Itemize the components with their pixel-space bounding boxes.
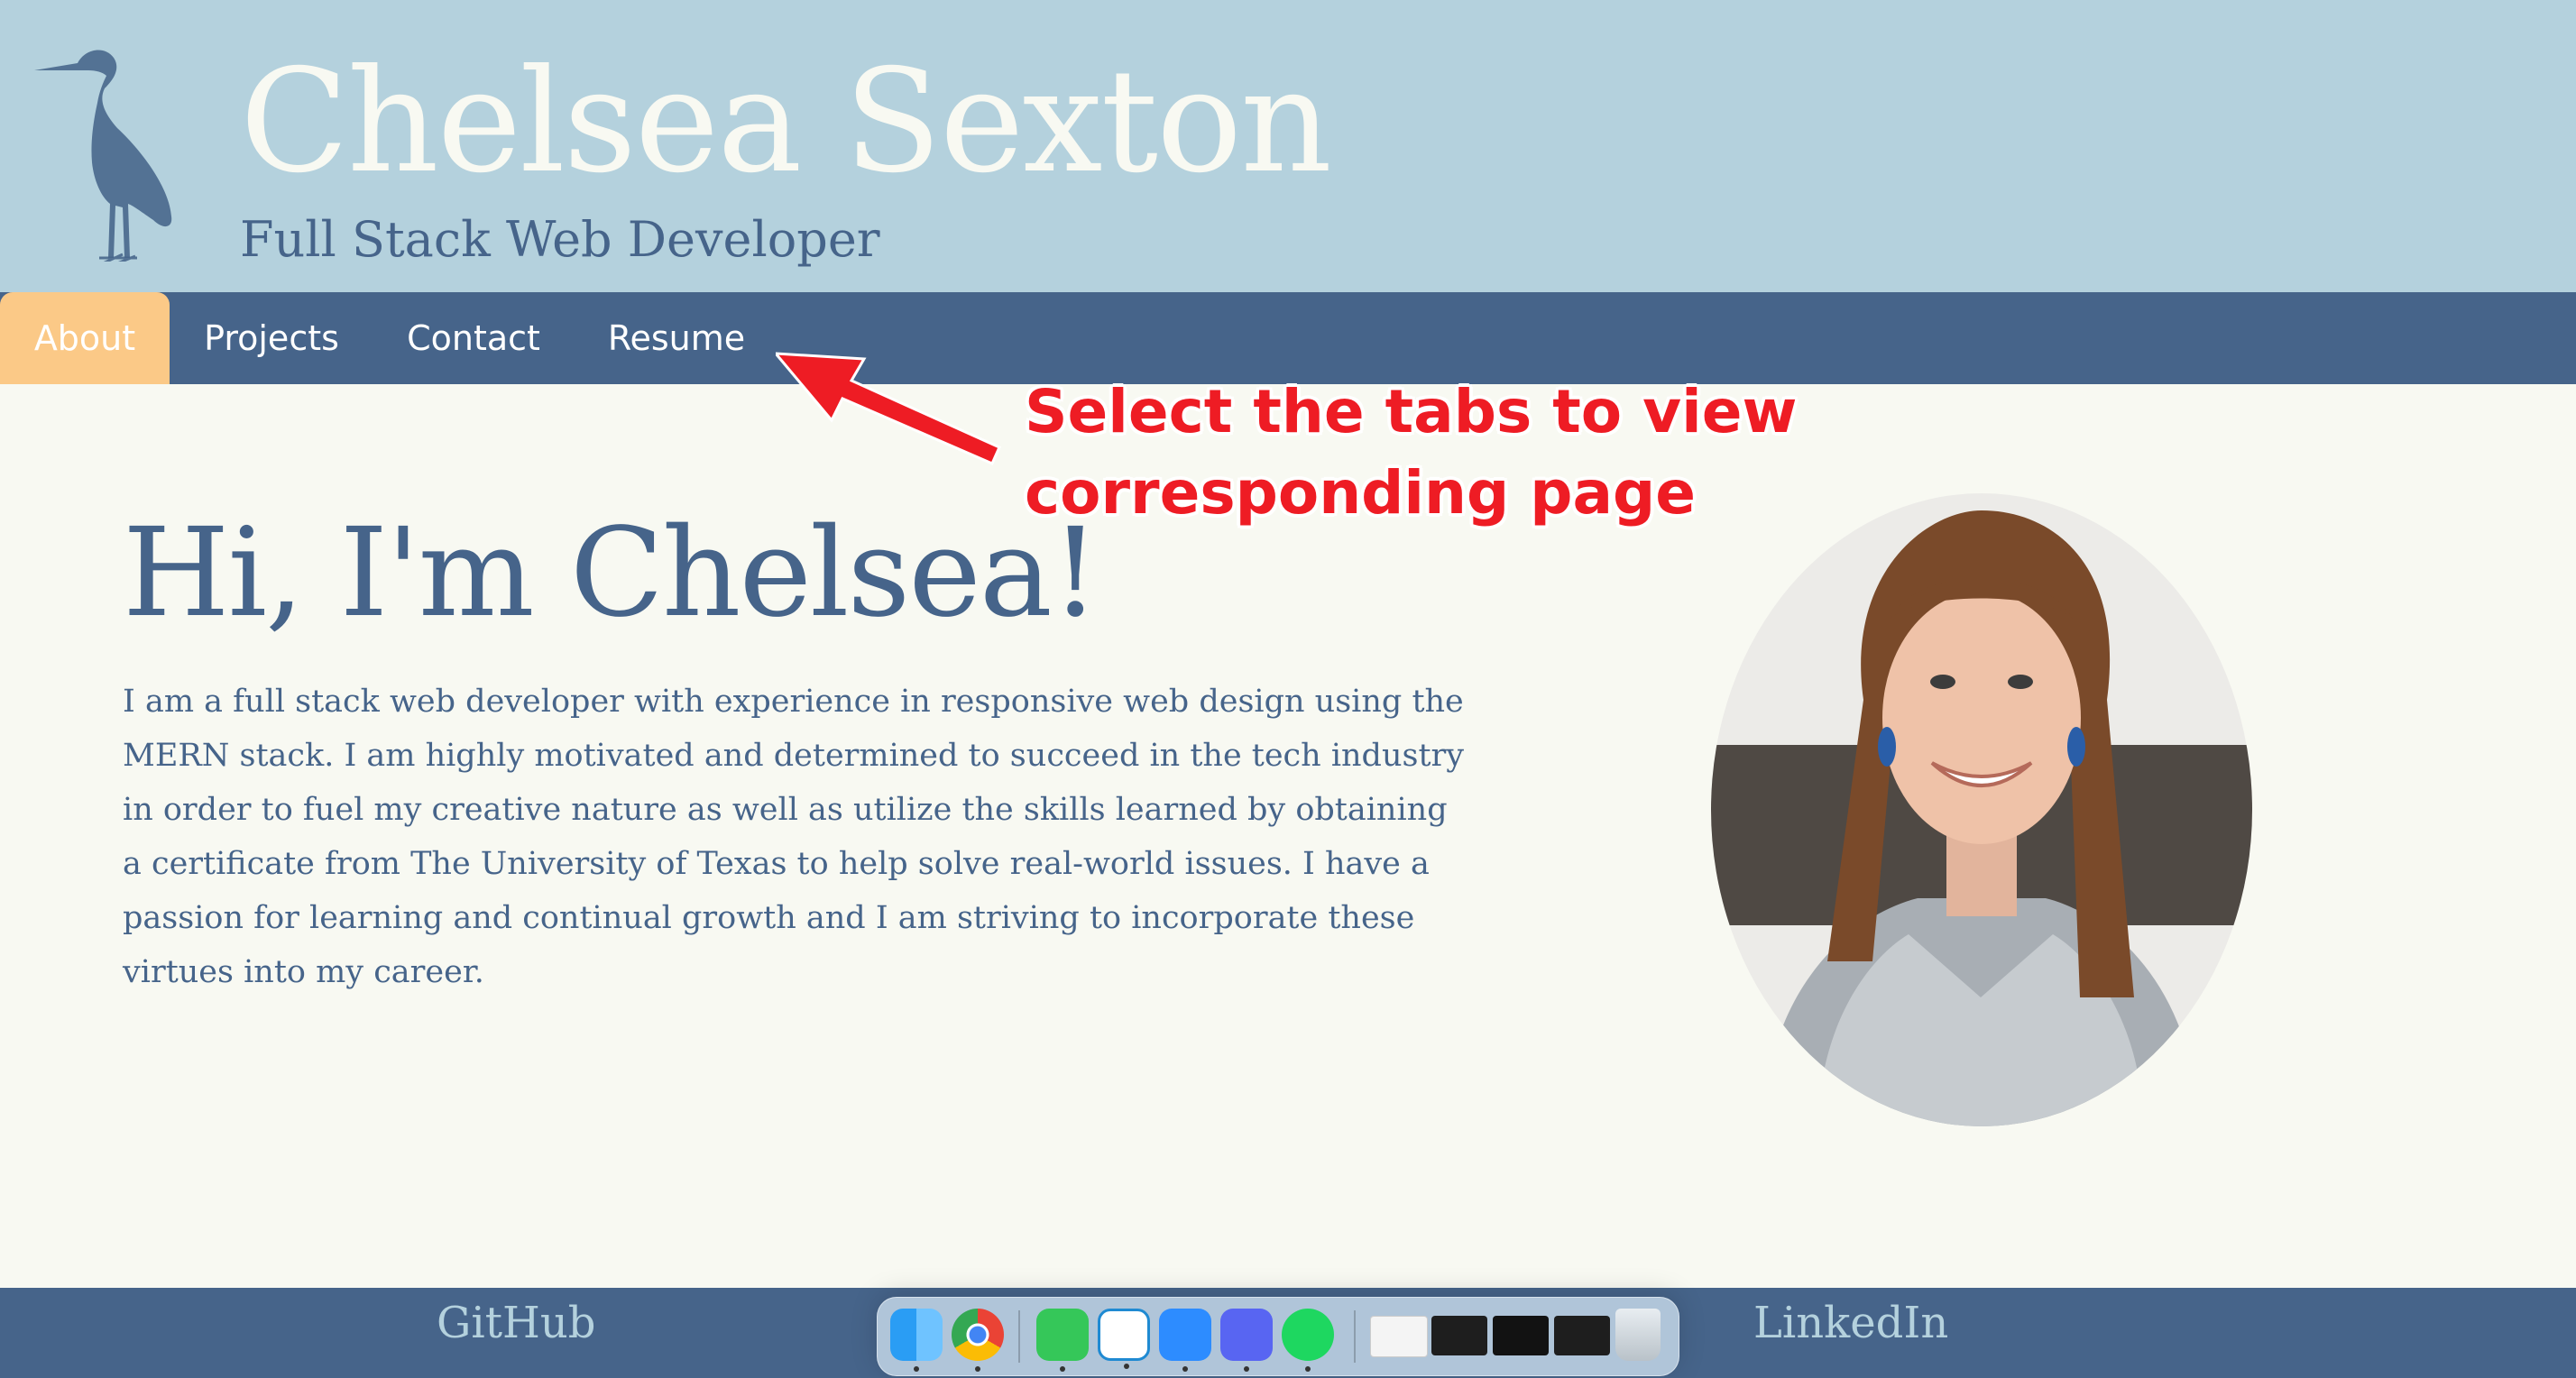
site-title: Chelsea Sexton: [240, 39, 1332, 205]
tab-contact[interactable]: Contact: [395, 292, 552, 384]
annotation-arrow-icon: [776, 352, 1001, 465]
chrome-icon[interactable]: [952, 1309, 1004, 1372]
messages-icon[interactable]: [1036, 1309, 1089, 1372]
trash-icon[interactable]: [1615, 1309, 1661, 1361]
spotify-window-thumbnail[interactable]: [1493, 1316, 1549, 1355]
site-header: Chelsea Sexton Full Stack Web Developer: [0, 0, 2576, 292]
profile-photo: [1711, 493, 2252, 1126]
macos-dock: [877, 1297, 1679, 1376]
tab-resume[interactable]: Resume: [599, 292, 754, 384]
nav-bar: About Projects Contact Resume: [0, 292, 2576, 384]
site-subtitle: Full Stack Web Developer: [240, 211, 880, 268]
chrome-window-thumbnail[interactable]: [1370, 1316, 1428, 1357]
tab-about[interactable]: About: [0, 292, 170, 384]
vscode-icon[interactable]: [1098, 1309, 1150, 1369]
heron-icon: [34, 50, 172, 262]
spotify-icon[interactable]: [1282, 1309, 1334, 1372]
dock-separator: [1018, 1310, 1020, 1363]
zoom-icon[interactable]: [1159, 1309, 1211, 1372]
finder-icon[interactable]: [890, 1309, 943, 1372]
github-link[interactable]: GitHub: [437, 1291, 595, 1355]
vscode-window-thumbnail-2[interactable]: [1554, 1316, 1610, 1355]
dock-separator-2: [1354, 1310, 1356, 1363]
vscode-window-thumbnail[interactable]: [1431, 1316, 1487, 1355]
linkedin-link[interactable]: LinkedIn: [1753, 1291, 1948, 1355]
discord-icon[interactable]: [1220, 1309, 1273, 1372]
tab-projects[interactable]: Projects: [193, 292, 350, 384]
annotation-line-1: Select the tabs to view: [1025, 377, 1798, 446]
about-bio: I am a full stack web developer with exp…: [123, 684, 1465, 990]
about-heading: Hi, I'm Chelsea!: [123, 502, 1099, 645]
